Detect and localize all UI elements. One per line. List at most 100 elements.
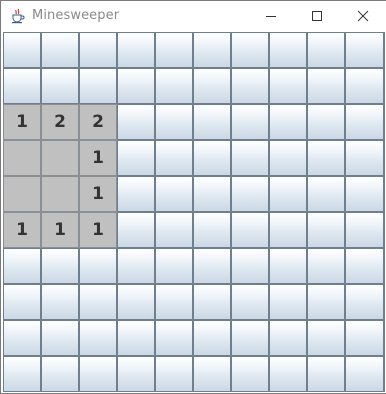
close-button[interactable] — [340, 1, 386, 31]
hidden-cell[interactable] — [345, 68, 384, 104]
maximize-icon — [312, 11, 322, 21]
hidden-cell[interactable] — [269, 176, 307, 212]
hidden-cell[interactable] — [193, 68, 231, 104]
hidden-cell[interactable] — [307, 320, 345, 356]
hidden-cell[interactable] — [269, 356, 307, 392]
hidden-cell[interactable] — [155, 176, 193, 212]
hidden-cell[interactable] — [155, 356, 193, 392]
hidden-cell[interactable] — [117, 356, 155, 392]
hidden-cell[interactable] — [269, 212, 307, 248]
revealed-number-cell: 2 — [79, 104, 117, 140]
hidden-cell[interactable] — [193, 140, 231, 176]
hidden-cell[interactable] — [193, 248, 231, 284]
hidden-cell[interactable] — [41, 32, 79, 68]
hidden-cell[interactable] — [155, 248, 193, 284]
hidden-cell[interactable] — [193, 104, 231, 140]
java-cup-icon — [10, 8, 26, 24]
hidden-cell[interactable] — [3, 32, 41, 68]
hidden-cell[interactable] — [345, 212, 384, 248]
hidden-cell[interactable] — [231, 248, 269, 284]
hidden-cell[interactable] — [3, 320, 41, 356]
hidden-cell[interactable] — [117, 140, 155, 176]
title-bar[interactable]: Minesweeper — [1, 1, 386, 31]
hidden-cell[interactable] — [117, 104, 155, 140]
hidden-cell[interactable] — [345, 140, 384, 176]
hidden-cell[interactable] — [155, 104, 193, 140]
hidden-cell[interactable] — [117, 176, 155, 212]
hidden-cell[interactable] — [117, 320, 155, 356]
hidden-cell[interactable] — [307, 68, 345, 104]
hidden-cell[interactable] — [79, 248, 117, 284]
hidden-cell[interactable] — [41, 68, 79, 104]
hidden-cell[interactable] — [231, 356, 269, 392]
hidden-cell[interactable] — [231, 68, 269, 104]
hidden-cell[interactable] — [231, 284, 269, 320]
hidden-cell[interactable] — [231, 104, 269, 140]
hidden-cell[interactable] — [307, 104, 345, 140]
hidden-cell[interactable] — [307, 248, 345, 284]
hidden-cell[interactable] — [193, 356, 231, 392]
hidden-cell[interactable] — [117, 32, 155, 68]
hidden-cell[interactable] — [193, 176, 231, 212]
hidden-cell[interactable] — [345, 104, 384, 140]
minimize-button[interactable] — [248, 1, 294, 31]
hidden-cell[interactable] — [345, 284, 384, 320]
maximize-button[interactable] — [294, 1, 340, 31]
hidden-cell[interactable] — [269, 284, 307, 320]
hidden-cell[interactable] — [3, 284, 41, 320]
hidden-cell[interactable] — [269, 140, 307, 176]
hidden-cell[interactable] — [269, 104, 307, 140]
hidden-cell[interactable] — [155, 68, 193, 104]
hidden-cell[interactable] — [231, 212, 269, 248]
hidden-cell[interactable] — [345, 248, 384, 284]
revealed-number-cell: 1 — [79, 140, 117, 176]
hidden-cell[interactable] — [269, 248, 307, 284]
hidden-cell[interactable] — [117, 284, 155, 320]
hidden-cell[interactable] — [155, 320, 193, 356]
hidden-cell[interactable] — [155, 140, 193, 176]
hidden-cell[interactable] — [41, 284, 79, 320]
hidden-cell[interactable] — [307, 140, 345, 176]
hidden-cell[interactable] — [193, 212, 231, 248]
hidden-cell[interactable] — [79, 320, 117, 356]
hidden-cell[interactable] — [117, 212, 155, 248]
hidden-cell[interactable] — [307, 176, 345, 212]
hidden-cell[interactable] — [269, 32, 307, 68]
hidden-cell[interactable] — [155, 32, 193, 68]
hidden-cell[interactable] — [79, 32, 117, 68]
hidden-cell[interactable] — [193, 32, 231, 68]
hidden-cell[interactable] — [79, 68, 117, 104]
revealed-empty-cell — [41, 140, 79, 176]
hidden-cell[interactable] — [345, 176, 384, 212]
hidden-cell[interactable] — [193, 320, 231, 356]
hidden-cell[interactable] — [307, 212, 345, 248]
hidden-cell[interactable] — [345, 32, 384, 68]
hidden-cell[interactable] — [231, 176, 269, 212]
revealed-empty-cell — [3, 176, 41, 212]
hidden-cell[interactable] — [79, 356, 117, 392]
hidden-cell[interactable] — [3, 356, 41, 392]
hidden-cell[interactable] — [345, 320, 384, 356]
hidden-cell[interactable] — [269, 68, 307, 104]
hidden-cell[interactable] — [155, 284, 193, 320]
hidden-cell[interactable] — [231, 32, 269, 68]
hidden-cell[interactable] — [231, 140, 269, 176]
hidden-cell[interactable] — [41, 356, 79, 392]
hidden-cell[interactable] — [307, 284, 345, 320]
hidden-cell[interactable] — [41, 320, 79, 356]
hidden-cell[interactable] — [307, 32, 345, 68]
hidden-cell[interactable] — [307, 356, 345, 392]
hidden-cell[interactable] — [155, 212, 193, 248]
hidden-cell[interactable] — [231, 320, 269, 356]
hidden-cell[interactable] — [117, 248, 155, 284]
hidden-cell[interactable] — [193, 284, 231, 320]
hidden-cell[interactable] — [79, 284, 117, 320]
hidden-cell[interactable] — [3, 248, 41, 284]
hidden-cell[interactable] — [345, 356, 384, 392]
hidden-cell[interactable] — [269, 320, 307, 356]
hidden-cell[interactable] — [41, 248, 79, 284]
hidden-cell[interactable] — [117, 68, 155, 104]
revealed-number-cell: 1 — [41, 212, 79, 248]
revealed-number-cell: 1 — [79, 212, 117, 248]
hidden-cell[interactable] — [3, 68, 41, 104]
